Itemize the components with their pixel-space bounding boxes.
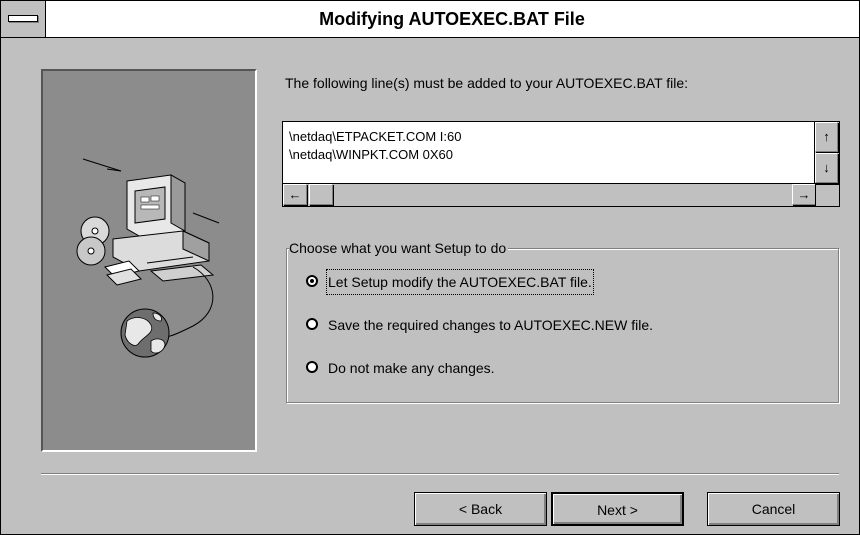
instruction-text: The following line(s) must be added to y… [285, 75, 689, 91]
system-menu-icon [8, 15, 38, 22]
radio-button[interactable] [306, 318, 318, 330]
back-button[interactable]: < Back [414, 492, 547, 526]
group-legend: Choose what you want Setup to do [289, 240, 509, 256]
radio-button-selected[interactable] [306, 275, 318, 287]
required-line: \netdaq\WINPKT.COM 0X60 [289, 147, 454, 162]
cd-disc-icon [76, 216, 110, 266]
required-lines-text: \netdaq\ETPACKET.COM I:60 \netdaq\WINPKT… [289, 128, 461, 164]
option-label: Save the required changes to AUTOEXEC.NE… [328, 317, 654, 333]
radio-button[interactable] [306, 361, 318, 373]
next-button[interactable]: Next > [551, 492, 684, 526]
scroll-right-arrow-icon[interactable]: → [792, 184, 816, 205]
option-label: Do not make any changes. [328, 360, 495, 376]
computer-illustration [76, 158, 220, 358]
scroll-thumb[interactable] [309, 184, 333, 205]
scroll-left-arrow-icon[interactable]: ← [283, 184, 307, 205]
cancel-button[interactable]: Cancel [707, 492, 840, 526]
option-label: Let Setup modify the AUTOEXEC.BAT file. [326, 269, 594, 295]
setup-dialog: Modifying AUTOEXEC.BAT File The followin… [0, 0, 860, 535]
required-line: \netdaq\ETPACKET.COM I:60 [289, 129, 462, 144]
vertical-scrollbar[interactable]: ↑ ↓ [814, 122, 839, 184]
scroll-down-arrow-icon[interactable]: ↓ [815, 153, 838, 183]
title-bar: Modifying AUTOEXEC.BAT File [1, 1, 859, 38]
horizontal-scrollbar[interactable]: ← → [283, 183, 816, 206]
button-separator [41, 473, 839, 475]
setup-illustration [41, 69, 257, 452]
window-title: Modifying AUTOEXEC.BAT File [319, 9, 585, 29]
system-menu-button[interactable] [1, 1, 46, 37]
globe-icon [120, 308, 170, 358]
required-lines-box[interactable]: \netdaq\ETPACKET.COM I:60 \netdaq\WINPKT… [282, 121, 840, 207]
scrollbar-corner [815, 184, 839, 206]
scroll-up-arrow-icon[interactable]: ↑ [815, 122, 838, 152]
